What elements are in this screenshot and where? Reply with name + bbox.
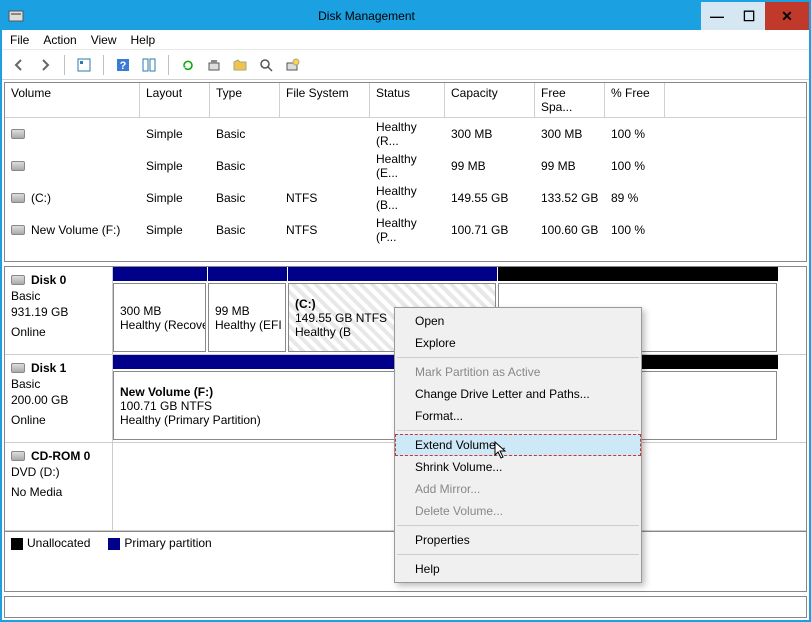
menu-item[interactable]: Format... bbox=[395, 405, 641, 427]
toolbar-btn-4[interactable] bbox=[229, 54, 251, 76]
menu-item[interactable]: Open bbox=[395, 310, 641, 332]
menu-help[interactable]: Help bbox=[131, 33, 156, 47]
col-filesystem[interactable]: File System bbox=[280, 83, 370, 117]
disk-info[interactable]: Disk 1Basic200.00 GBOnline bbox=[5, 355, 113, 442]
legend-swatch-primary bbox=[108, 538, 120, 550]
toolbar-btn-3[interactable] bbox=[203, 54, 225, 76]
volume-row[interactable]: SimpleBasicHealthy (R...300 MB300 MB100 … bbox=[5, 118, 806, 150]
help-icon[interactable]: ? bbox=[112, 54, 134, 76]
back-button[interactable] bbox=[8, 54, 30, 76]
drive-icon bbox=[11, 225, 25, 235]
partition[interactable]: 99 MBHealthy (EFI S bbox=[208, 283, 286, 352]
col-type[interactable]: Type bbox=[210, 83, 280, 117]
menu-item[interactable]: Change Drive Letter and Paths... bbox=[395, 383, 641, 405]
close-button[interactable]: ✕ bbox=[765, 2, 809, 30]
drive-icon bbox=[11, 161, 25, 171]
volume-row[interactable]: New Volume (F:)SimpleBasicNTFSHealthy (P… bbox=[5, 214, 806, 246]
disk-info[interactable]: CD-ROM 0DVD (D:)No Media bbox=[5, 443, 113, 530]
context-menu[interactable]: OpenExplore Mark Partition as ActiveChang… bbox=[394, 307, 642, 583]
menu-separator bbox=[397, 525, 639, 526]
window-controls: — ☐ ✕ bbox=[701, 2, 809, 30]
window-title: Disk Management bbox=[32, 9, 701, 23]
titlebar[interactable]: Disk Management — ☐ ✕ bbox=[2, 2, 809, 30]
toolbar-btn-2[interactable] bbox=[138, 54, 160, 76]
drive-icon bbox=[11, 193, 25, 203]
menu-item[interactable]: Help bbox=[395, 558, 641, 580]
menu-item[interactable]: Explore bbox=[395, 332, 641, 354]
col-capacity[interactable]: Capacity bbox=[445, 83, 535, 117]
menu-separator bbox=[397, 357, 639, 358]
column-headers: Volume Layout Type File System Status Ca… bbox=[5, 83, 806, 118]
toolbar: ? bbox=[2, 50, 809, 80]
volume-row[interactable]: SimpleBasicHealthy (E...99 MB99 MB100 % bbox=[5, 150, 806, 182]
menu-item: Add Mirror... bbox=[395, 478, 641, 500]
disk-icon bbox=[11, 451, 25, 461]
maximize-button[interactable]: ☐ bbox=[733, 2, 765, 30]
col-status[interactable]: Status bbox=[370, 83, 445, 117]
menu-file[interactable]: File bbox=[10, 33, 29, 47]
disk-icon bbox=[11, 275, 25, 285]
partition[interactable]: 300 MBHealthy (Recover bbox=[113, 283, 206, 352]
menu-separator bbox=[397, 430, 639, 431]
toolbar-btn-1[interactable] bbox=[73, 54, 95, 76]
app-icon bbox=[8, 8, 24, 24]
col-layout[interactable]: Layout bbox=[140, 83, 210, 117]
svg-text:?: ? bbox=[120, 60, 127, 72]
menu-item: Mark Partition as Active bbox=[395, 361, 641, 383]
menubar: File Action View Help bbox=[2, 30, 809, 50]
menu-separator bbox=[397, 554, 639, 555]
window: Disk Management — ☐ ✕ File Action View H… bbox=[0, 0, 811, 622]
col-volume[interactable]: Volume bbox=[5, 83, 140, 117]
forward-button[interactable] bbox=[34, 54, 56, 76]
menu-item[interactable]: Properties bbox=[395, 529, 641, 551]
menu-item: Delete Volume... bbox=[395, 500, 641, 522]
legend-swatch-unallocated bbox=[11, 538, 23, 550]
menu-action[interactable]: Action bbox=[43, 33, 76, 47]
col-pctfree[interactable]: % Free bbox=[605, 83, 665, 117]
volume-list[interactable]: Volume Layout Type File System Status Ca… bbox=[4, 82, 807, 262]
col-free[interactable]: Free Spa... bbox=[535, 83, 605, 117]
statusbar bbox=[4, 596, 807, 618]
disk-info[interactable]: Disk 0Basic931.19 GBOnline bbox=[5, 267, 113, 354]
toolbar-btn-6[interactable] bbox=[281, 54, 303, 76]
disk-icon bbox=[11, 363, 25, 373]
volume-row[interactable]: (C:)SimpleBasicNTFSHealthy (B...149.55 G… bbox=[5, 182, 806, 214]
menu-view[interactable]: View bbox=[91, 33, 117, 47]
toolbar-btn-5[interactable] bbox=[255, 54, 277, 76]
refresh-icon[interactable] bbox=[177, 54, 199, 76]
drive-icon bbox=[11, 129, 25, 139]
menu-item[interactable]: Extend Volume... bbox=[395, 434, 641, 456]
minimize-button[interactable]: — bbox=[701, 2, 733, 30]
menu-item[interactable]: Shrink Volume... bbox=[395, 456, 641, 478]
